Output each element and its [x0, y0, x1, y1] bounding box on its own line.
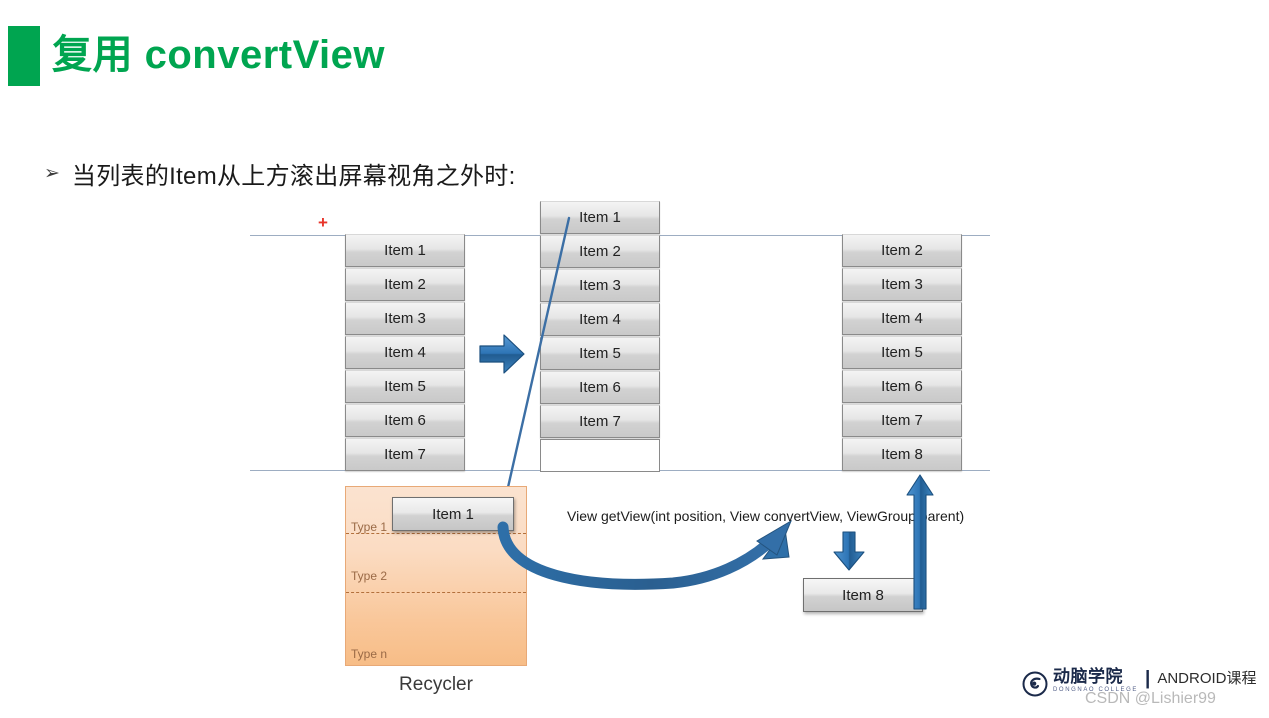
list-item: Item 5: [540, 337, 660, 370]
brand-name-cn: 动脑学院: [1053, 667, 1123, 686]
list-item: Item 7: [345, 438, 465, 471]
list-item: Item 5: [842, 336, 962, 369]
recycler-divider: [346, 592, 526, 593]
list-item: Item 2: [842, 234, 962, 267]
plus-marker-icon: +: [318, 213, 328, 232]
list-item: Item 1: [540, 201, 660, 234]
list-item: Item 1: [345, 234, 465, 267]
recycler-caption: Recycler: [399, 674, 473, 695]
list-column-original: Item 1 Item 2 Item 3 Item 4 Item 5 Item …: [345, 234, 465, 472]
recycler-type-label: Type 1: [351, 520, 388, 534]
page-title: 复用 convertView: [52, 33, 386, 77]
list-item: Item 2: [345, 268, 465, 301]
csdn-watermark: CSDN @Lishier99: [1085, 690, 1216, 707]
recycler-type-label: Type 2: [351, 569, 388, 583]
list-item: Item 5: [345, 370, 465, 403]
list-item: Item 4: [540, 303, 660, 336]
arrow-down-icon: [833, 531, 865, 571]
list-item: Item 2: [540, 235, 660, 268]
curved-reuse-arrow-icon: [497, 519, 793, 590]
list-item: Item 6: [842, 370, 962, 403]
arrow-right-icon: [479, 334, 525, 374]
list-item: Item 7: [842, 404, 962, 437]
slide-canvas: 复用 convertView ➢ 当列表的Item从上方滚出屏幕视角之外时: +…: [0, 0, 1269, 718]
list-item: Item 8: [842, 438, 962, 471]
list-item: Item 3: [540, 269, 660, 302]
recycler-cached-item: Item 1: [392, 497, 514, 531]
list-column-scrolling: Item 1 Item 2 Item 3 Item 4 Item 5 Item …: [540, 201, 660, 473]
list-item-empty-slot: [540, 439, 660, 472]
bullet-line: ➢ 当列表的Item从上方滚出屏幕视角之外时:: [44, 156, 516, 191]
list-item: Item 4: [842, 302, 962, 335]
list-item: Item 6: [345, 404, 465, 437]
bullet-arrow-icon: ➢: [44, 163, 60, 184]
recycler-type-label: Type n: [351, 647, 388, 661]
list-item: Item 4: [345, 336, 465, 369]
list-column-result: Item 2 Item 3 Item 4 Item 5 Item 6 Item …: [842, 234, 962, 472]
brand-course-label: ANDROID课程: [1157, 670, 1257, 687]
brand-divider: |: [1145, 668, 1151, 689]
list-item: Item 7: [540, 405, 660, 438]
list-item: Item 6: [540, 371, 660, 404]
bullet-label: 当列表的Item从上方滚出屏幕视角之外时:: [71, 163, 516, 190]
list-item: Item 3: [345, 302, 465, 335]
list-item: Item 3: [842, 268, 962, 301]
arrow-up-icon: [906, 474, 934, 610]
title-accent-bar: [8, 26, 40, 86]
dongnao-logo-icon: [1022, 671, 1048, 697]
